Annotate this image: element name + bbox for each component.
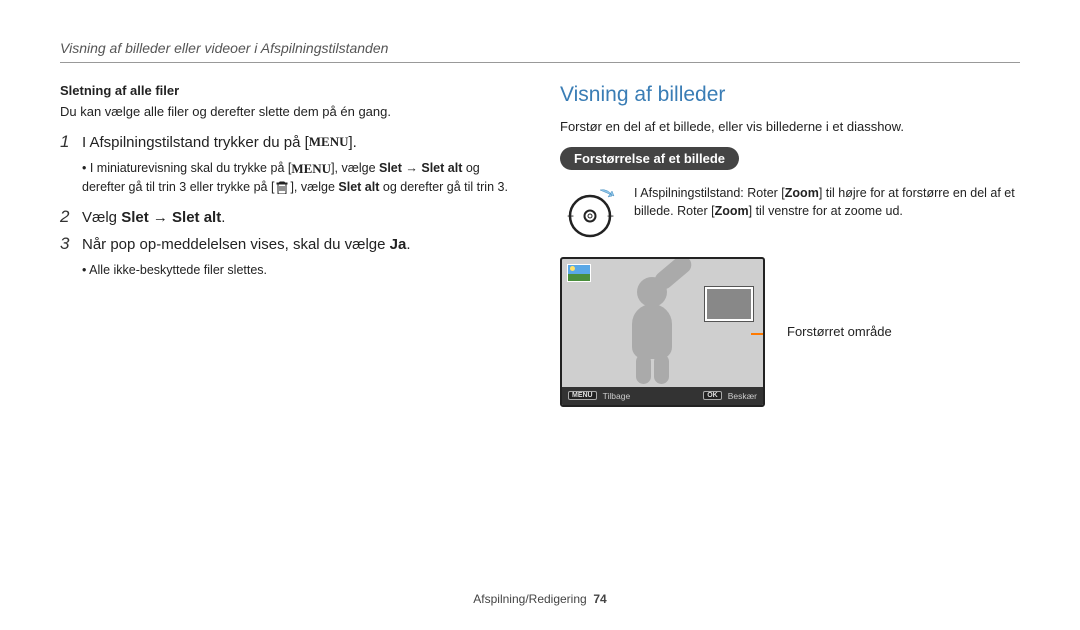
callout-connector — [751, 333, 765, 335]
screen-bottom-bar: MENU Tilbage OK Beskær — [562, 387, 763, 405]
view-images-desc: Forstør en del af et billede, eller vis … — [560, 117, 1020, 137]
step-1-sub: I miniaturevisning skal du trykke på [ME… — [82, 159, 520, 197]
left-column: Sletning af alle filer Du kan vælge alle… — [60, 83, 520, 407]
screen-mock: MENU Tilbage OK Beskær — [560, 257, 765, 407]
zoom-instructions: I Afspilningstilstand: Roter [Zoom] til … — [634, 184, 1020, 222]
silhouette-image — [602, 272, 702, 387]
view-images-title: Visning af billeder — [560, 83, 1020, 107]
step-1: 1 I Afspilningstilstand trykker du på [M… — [60, 132, 520, 153]
breadcrumb-header: Visning af billeder eller videoer i Afsp… — [60, 40, 1020, 56]
step-3-sub: Alle ikke-beskyttede filer slettes. — [82, 261, 520, 280]
delete-all-heading: Sletning af alle filer — [60, 83, 520, 98]
zoom-dial-icon: − + — [560, 184, 620, 245]
trash-icon — [274, 181, 290, 195]
footer: Afspilning/Redigering 74 — [0, 592, 1080, 606]
step-number: 1 — [60, 132, 82, 152]
zoom-box — [705, 287, 753, 321]
step-2: 2 Vælg Slet → Slet alt. — [60, 207, 520, 228]
bar-ok-icon: OK — [703, 391, 722, 400]
divider — [60, 62, 1020, 63]
step-number: 3 — [60, 234, 82, 254]
zoom-callout-label: Forstørret område — [787, 324, 892, 339]
step-number: 2 — [60, 207, 82, 227]
zoom-section-pill: Forstørrelse af et billede — [560, 147, 739, 170]
svg-text:−: − — [567, 209, 574, 223]
menu-icon: MENU — [291, 159, 331, 179]
svg-text:+: + — [607, 209, 614, 223]
delete-all-desc: Du kan vælge alle filer og derefter slet… — [60, 102, 520, 122]
menu-icon: MENU — [309, 133, 349, 151]
step-3: 3 Når pop op-meddelelsen vises, skal du … — [60, 234, 520, 255]
bar-menu-icon: MENU — [568, 391, 597, 400]
right-column: Visning af billeder Forstør en del af et… — [560, 83, 1020, 407]
